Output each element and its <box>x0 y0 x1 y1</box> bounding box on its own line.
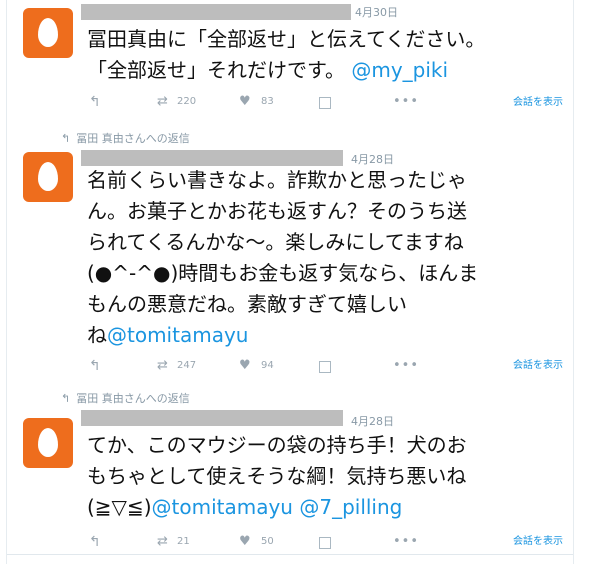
tweet-line: もちゃとして使えそうな綱！気持ち悪いね <box>87 464 467 488</box>
more-icon[interactable]: ••• <box>393 534 419 549</box>
tweet[interactable]: ↰ 冨田 真由さんへの返信 4月28日 名前くらい書きなよ。詐欺かと思ったじゃ ん… <box>7 122 573 383</box>
redacted-username <box>81 410 343 426</box>
egg-icon <box>38 18 58 47</box>
tweet-actions: ↰ ⇄ 220 ♥ 83 ••• <box>89 94 418 114</box>
reply-icon[interactable]: ↰ <box>89 534 101 550</box>
tweet-line: 冨田真由に「全部返せ」と伝えてください。 <box>87 27 486 51</box>
message-icon[interactable] <box>319 361 331 373</box>
tweet-line: ん。お菓子とかお花も返すん？そのうち送 <box>87 199 467 223</box>
mention-link[interactable]: @tomitamayu @7_pilling <box>152 495 403 519</box>
avatar[interactable] <box>23 152 73 202</box>
heart-icon[interactable]: ♥ <box>239 534 251 549</box>
tweet-line: 「全部返せ」それだけです。 @my_piki <box>87 55 567 86</box>
tweet[interactable]: ↰ 冨田 真由さんへの返信 4月28日 てか、このマウジーの袋の持ち手！犬のお も… <box>7 382 573 555</box>
tweet-line-text: ね <box>87 323 107 347</box>
retweet-count: 220 <box>177 96 197 107</box>
reply-context-text[interactable]: 冨田 真由さんへの返信 <box>76 392 190 405</box>
redacted-username <box>81 150 343 166</box>
tweet-line: てか、このマウジーの袋の持ち手！犬のお <box>87 433 467 457</box>
message-icon[interactable] <box>319 537 331 549</box>
message-icon[interactable] <box>319 97 331 109</box>
tweet-date[interactable]: 4月28日 <box>351 413 394 429</box>
like-count: 83 <box>261 96 274 107</box>
reply-context: ↰ 冨田 真由さんへの返信 <box>61 390 190 406</box>
more-icon[interactable]: ••• <box>393 94 419 109</box>
tweet-line: ね@tomitamayu <box>87 320 567 351</box>
tweet-date[interactable]: 4月30日 <box>355 4 398 20</box>
like-count: 50 <box>261 536 274 547</box>
avatar[interactable] <box>23 418 73 468</box>
tweet-line-text: (≧▽≦) <box>87 495 152 519</box>
reply-context-icon: ↰ <box>61 392 71 405</box>
like-count: 94 <box>261 360 274 371</box>
egg-icon <box>38 428 58 457</box>
heart-icon[interactable]: ♥ <box>239 358 251 373</box>
tweet-text: 名前くらい書きなよ。詐欺かと思ったじゃ ん。お菓子とかお花も返すん？そのうち送 … <box>87 165 567 351</box>
mention-link[interactable]: @tomitamayu <box>107 323 248 347</box>
view-conversation-link[interactable]: 会話を表示 <box>513 356 563 371</box>
retweet-icon[interactable]: ⇄ <box>157 94 168 109</box>
reply-context-text[interactable]: 冨田 真由さんへの返信 <box>76 132 190 145</box>
tweet-text: 冨田真由に「全部返せ」と伝えてください。 「全部返せ」それだけです。 @my_p… <box>87 24 567 86</box>
reply-context: ↰ 冨田 真由さんへの返信 <box>61 130 190 146</box>
tweet-line: られてくるんかな〜。楽しみにしてますね <box>87 230 464 254</box>
tweet-text: てか、このマウジーの袋の持ち手！犬のお もちゃとして使えそうな綱！気持ち悪いね … <box>87 430 567 523</box>
more-icon[interactable]: ••• <box>393 358 419 373</box>
tweet-line: (≧▽≦)@tomitamayu @7_pilling <box>87 492 567 523</box>
reply-context-icon: ↰ <box>61 132 71 145</box>
retweet-icon[interactable]: ⇄ <box>157 534 168 549</box>
tweet-line: もんの悪意だね。素敵すぎて嬉しい <box>87 292 407 316</box>
tweet-line: (●^-^●)時間もお金も返す気なら、ほんま <box>87 261 479 285</box>
avatar[interactable] <box>23 8 73 58</box>
reply-icon[interactable]: ↰ <box>89 358 101 374</box>
tweet-actions: ↰ ⇄ 21 ♥ 50 ••• <box>89 534 418 554</box>
tweet[interactable]: 4月30日 冨田真由に「全部返せ」と伝えてください。 「全部返せ」それだけです。… <box>7 0 573 123</box>
mention-link[interactable]: @my_piki <box>351 58 448 82</box>
retweet-count: 247 <box>177 360 197 371</box>
timeline: 4月30日 冨田真由に「全部返せ」と伝えてください。 「全部返せ」それだけです。… <box>6 0 574 564</box>
tweet-actions: ↰ ⇄ 247 ♥ 94 ••• <box>89 358 418 378</box>
tweet-line: 名前くらい書きなよ。詐欺かと思ったじゃ <box>87 168 467 192</box>
redacted-username <box>81 4 351 20</box>
retweet-icon[interactable]: ⇄ <box>157 358 168 373</box>
view-conversation-link[interactable]: 会話を表示 <box>513 532 563 547</box>
tweet-line-text: 「全部返せ」それだけです。 <box>87 58 345 82</box>
reply-icon[interactable]: ↰ <box>89 94 101 110</box>
view-conversation-link[interactable]: 会話を表示 <box>513 93 563 108</box>
retweet-count: 21 <box>177 536 190 547</box>
heart-icon[interactable]: ♥ <box>239 94 251 109</box>
egg-icon <box>38 162 58 191</box>
